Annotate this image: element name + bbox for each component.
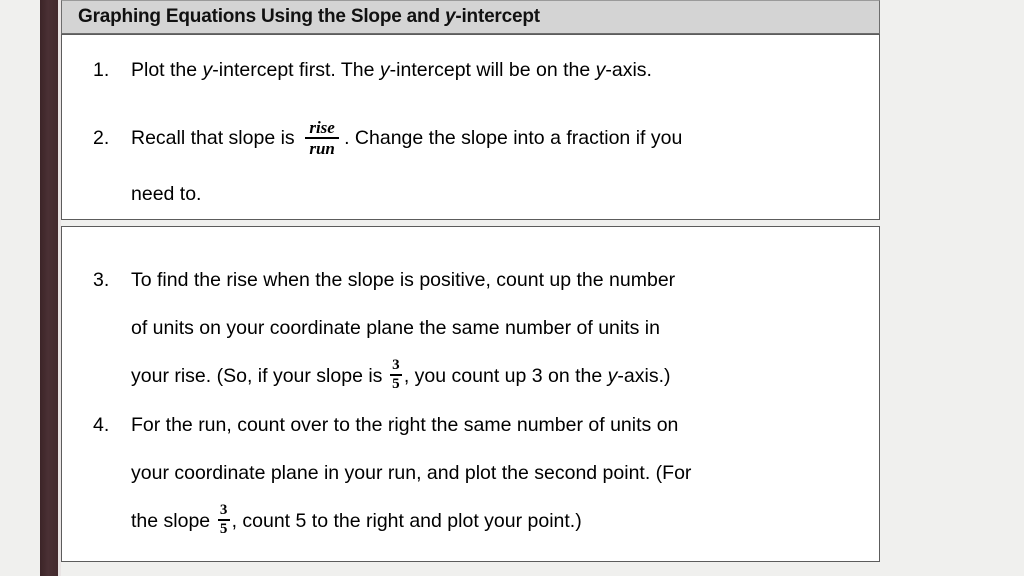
- text-line: of units on your coordinate plane the sa…: [131, 304, 879, 352]
- left-accent-bar: [40, 0, 58, 576]
- list-marker: 3.: [93, 269, 110, 291]
- text-run: . Change the slope into a fraction if yo…: [344, 127, 683, 149]
- text-line: Plot the y-intercept first. The y-interc…: [131, 55, 879, 86]
- text-line: need to.: [131, 166, 879, 222]
- page-title-part-2: -intercept: [455, 6, 540, 27]
- italic-variable: y: [379, 59, 390, 81]
- list-marker: 2.: [93, 127, 110, 149]
- fraction: 35: [389, 356, 402, 392]
- page-title: Graphing Equations Using the Slope and y…: [78, 6, 540, 28]
- text-run: -axis.: [605, 59, 652, 81]
- instructions-box-bottom: 3. To find the rise when the slope is po…: [61, 226, 880, 562]
- title-band: Graphing Equations Using the Slope and y…: [61, 0, 880, 34]
- text-run: -intercept first. The: [212, 59, 380, 81]
- italic-variable: y: [607, 365, 618, 387]
- list-item: 4. For the run, count over to the right …: [62, 401, 879, 545]
- fraction-numerator: rise: [309, 117, 335, 137]
- fraction: 35: [217, 501, 230, 537]
- text-run: For the run, count over to the right the…: [131, 414, 679, 436]
- text-line: For the run, count over to the right the…: [131, 401, 879, 449]
- slide-title-band: Graphing Equations Using the Slope and y…: [61, 0, 880, 34]
- page-title-part-1: Graphing Equations Using the Slope and: [78, 6, 445, 27]
- text-line: your coordinate plane in your run, and p…: [131, 449, 879, 497]
- list-item-text: For the run, count over to the right the…: [131, 401, 879, 545]
- text-run: your coordinate plane in your run, and p…: [131, 462, 692, 484]
- steps-list-bottom: 3. To find the rise when the slope is po…: [62, 227, 879, 545]
- fraction-denominator: run: [309, 138, 335, 158]
- text-run: the slope: [131, 510, 216, 532]
- list-item-text: To find the rise when the slope is posit…: [131, 256, 879, 400]
- text-run: Recall that slope is: [131, 127, 301, 149]
- list-item: 3. To find the rise when the slope is po…: [62, 256, 879, 400]
- fraction-denominator: 5: [219, 520, 228, 537]
- text-run: -axis.): [617, 365, 671, 387]
- list-item: 1. Plot the y-intercept first. The y-int…: [62, 55, 879, 86]
- list-marker: 1.: [93, 59, 110, 81]
- text-run: To find the rise when the slope is posit…: [131, 269, 676, 291]
- fraction-denominator: 5: [392, 375, 400, 392]
- text-run: -intercept will be on the: [389, 59, 596, 81]
- text-line: Recall that slope is rise run. Change the…: [131, 110, 879, 166]
- text-run: need to.: [131, 183, 202, 205]
- list-item: 2. Recall that slope is rise run. Change …: [62, 110, 879, 222]
- text-run: Plot the: [131, 59, 203, 81]
- instructions-box-top: 1. Plot the y-intercept first. The y-int…: [61, 34, 880, 220]
- page-title-italic-y: y: [444, 6, 456, 27]
- italic-variable: y: [595, 59, 606, 81]
- fraction: rise run: [305, 117, 340, 158]
- text-line: To find the rise when the slope is posit…: [131, 256, 879, 304]
- text-line: the slope 35, count 5 to the right and p…: [131, 497, 879, 545]
- list-item-text: Plot the y-intercept first. The y-interc…: [131, 55, 879, 86]
- steps-list-top: 1. Plot the y-intercept first. The y-int…: [62, 35, 879, 222]
- list-marker: 4.: [93, 414, 110, 436]
- text-run: , you count up 3 on the: [403, 365, 608, 387]
- fraction-numerator: 3: [219, 501, 228, 518]
- italic-variable: y: [202, 59, 213, 81]
- text-run: , count 5 to the right and plot your poi…: [231, 510, 582, 532]
- text-run: of units on your coordinate plane the sa…: [131, 317, 660, 339]
- text-run: your rise. (So, if your slope is: [131, 365, 388, 387]
- fraction-numerator: 3: [392, 356, 400, 373]
- list-item-text: Recall that slope is rise run. Change the…: [131, 110, 879, 222]
- text-line: your rise. (So, if your slope is 35, you…: [131, 352, 879, 400]
